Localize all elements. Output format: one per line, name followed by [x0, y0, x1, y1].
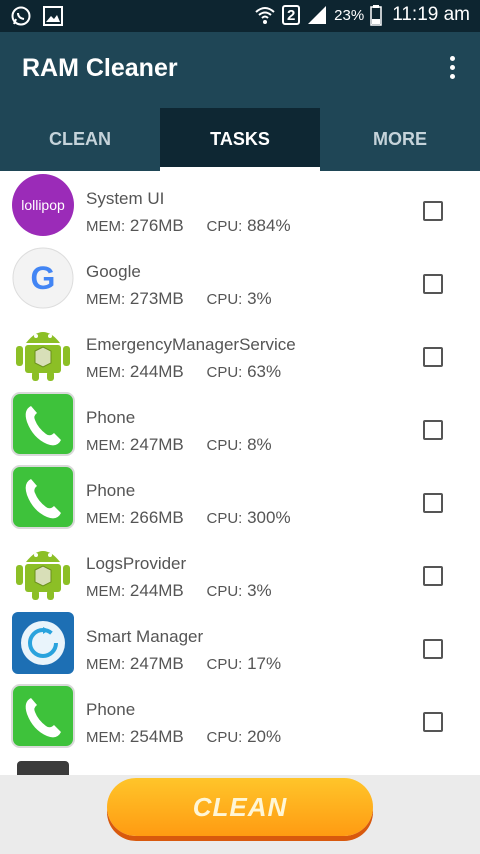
android-icon — [16, 551, 70, 600]
task-stats: MEM: 247MB CPU: 17% — [86, 654, 281, 674]
whatsapp-icon — [11, 6, 31, 26]
phone-icon — [11, 684, 75, 748]
task-checkbox[interactable] — [423, 274, 443, 294]
cpu-value: 884% — [247, 216, 291, 235]
mem-value: 244MB — [129, 581, 184, 600]
mem-value: 266MB — [129, 508, 184, 527]
cpu-label: CPU: — [206, 364, 243, 381]
task-checkbox[interactable] — [423, 420, 443, 440]
cpu-label: CPU: — [206, 218, 243, 235]
android-icon — [16, 332, 70, 381]
mem-label: MEM: — [86, 218, 126, 235]
task-stats: MEM: 244MB CPU: 63% — [86, 362, 281, 382]
task-row[interactable]: Phone MEM: 247MB CPU: 8% — [0, 390, 480, 463]
cpu-label: CPU: — [206, 437, 243, 454]
task-row[interactable]: G Google MEM: 273MB CPU: 3% — [0, 244, 480, 317]
task-name: Phone — [86, 408, 136, 427]
google-icon-text: G — [31, 260, 56, 296]
task-name: Phone — [86, 481, 136, 500]
task-row[interactable]: LogsProvider MEM: 244MB CPU: 3% — [0, 536, 480, 609]
mem-label: MEM: — [86, 656, 126, 673]
task-row[interactable]: Smart Manager MEM: 247MB CPU: 17% — [0, 609, 480, 682]
task-checkbox[interactable] — [423, 493, 443, 513]
task-row[interactable]: Phone MEM: 266MB CPU: 300% — [0, 463, 480, 536]
task-stats: MEM: 266MB CPU: 300% — [86, 508, 291, 528]
cpu-value: 63% — [247, 362, 282, 381]
tab-more[interactable]: MORE — [320, 108, 480, 171]
wifi-icon — [255, 7, 275, 24]
mem-value: 244MB — [129, 362, 184, 381]
cpu-label: CPU: — [206, 583, 243, 600]
mem-label: MEM: — [86, 437, 126, 454]
mem-label: MEM: — [86, 364, 126, 381]
cpu-label: CPU: — [206, 510, 243, 527]
task-name: Phone — [86, 700, 136, 719]
task-stats: MEM: 276MB CPU: 884% — [86, 216, 291, 236]
mem-label: MEM: — [86, 729, 126, 746]
clean-button[interactable]: CLEAN — [107, 778, 373, 836]
task-stats: MEM: 247MB CPU: 8% — [86, 435, 272, 455]
mem-value: 273MB — [129, 289, 184, 308]
task-list[interactable]: lollipop System UI MEM: 276MB CPU: 884% … — [0, 171, 480, 775]
sim-slot-badge: 2 — [282, 5, 301, 25]
gallery-icon — [43, 6, 63, 26]
smart-manager-icon — [12, 612, 74, 674]
cpu-value: 3% — [247, 289, 272, 308]
app-title: RAM Cleaner — [22, 54, 178, 82]
phone-icon — [11, 465, 75, 529]
cpu-value: 3% — [247, 581, 272, 600]
tab-clean[interactable]: CLEAN — [0, 108, 160, 171]
task-checkbox[interactable] — [423, 201, 443, 221]
mem-value: 254MB — [129, 727, 184, 746]
cpu-value: 20% — [247, 727, 282, 746]
mem-value: 247MB — [129, 654, 184, 673]
task-row-partial[interactable] — [0, 755, 480, 775]
task-name: Smart Manager — [86, 627, 204, 646]
mem-label: MEM: — [86, 583, 126, 600]
mem-label: MEM: — [86, 510, 126, 527]
app-bar: RAM Cleaner — [0, 32, 480, 108]
task-checkbox[interactable] — [423, 566, 443, 586]
bottom-bar: CLEAN — [0, 775, 480, 854]
task-checkbox[interactable] — [423, 347, 443, 367]
task-stats: MEM: 254MB CPU: 20% — [86, 727, 281, 747]
mem-value: 247MB — [129, 435, 184, 454]
cpu-label: CPU: — [206, 656, 243, 673]
clock: 11:19 am — [392, 4, 470, 25]
task-stats: MEM: 244MB CPU: 3% — [86, 581, 272, 601]
task-name: LogsProvider — [86, 554, 187, 573]
task-checkbox[interactable] — [423, 639, 443, 659]
task-row[interactable]: EmergencyManagerService MEM: 244MB CPU: … — [0, 317, 480, 390]
cpu-value: 17% — [247, 654, 282, 673]
cpu-label: CPU: — [206, 291, 243, 308]
lollipop-icon-text: lollipop — [21, 197, 65, 213]
task-row[interactable]: lollipop System UI MEM: 276MB CPU: 884% — [0, 171, 480, 244]
app-icon — [17, 761, 69, 775]
task-stats: MEM: 273MB CPU: 3% — [86, 289, 272, 309]
signal-icon — [308, 6, 327, 24]
battery-percent: 23% — [334, 6, 365, 24]
google-icon: G — [12, 247, 74, 309]
cpu-value: 300% — [247, 508, 291, 527]
cpu-value: 8% — [247, 435, 272, 454]
tab-tasks[interactable]: TASKS — [160, 108, 320, 171]
tab-bar: CLEAN TASKS MORE — [0, 108, 480, 171]
more-vert-icon[interactable] — [444, 56, 460, 86]
mem-label: MEM: — [86, 291, 126, 308]
battery-icon — [370, 5, 382, 26]
task-checkbox[interactable] — [423, 712, 443, 732]
mem-value: 276MB — [129, 216, 184, 235]
task-name: EmergencyManagerService — [86, 335, 296, 354]
status-bar: 2 23% 11:19 am — [0, 0, 480, 32]
phone-icon — [11, 392, 75, 456]
task-name: Google — [86, 262, 141, 281]
cpu-label: CPU: — [206, 729, 243, 746]
lollipop-icon: lollipop — [12, 174, 74, 236]
task-name: System UI — [86, 189, 165, 208]
